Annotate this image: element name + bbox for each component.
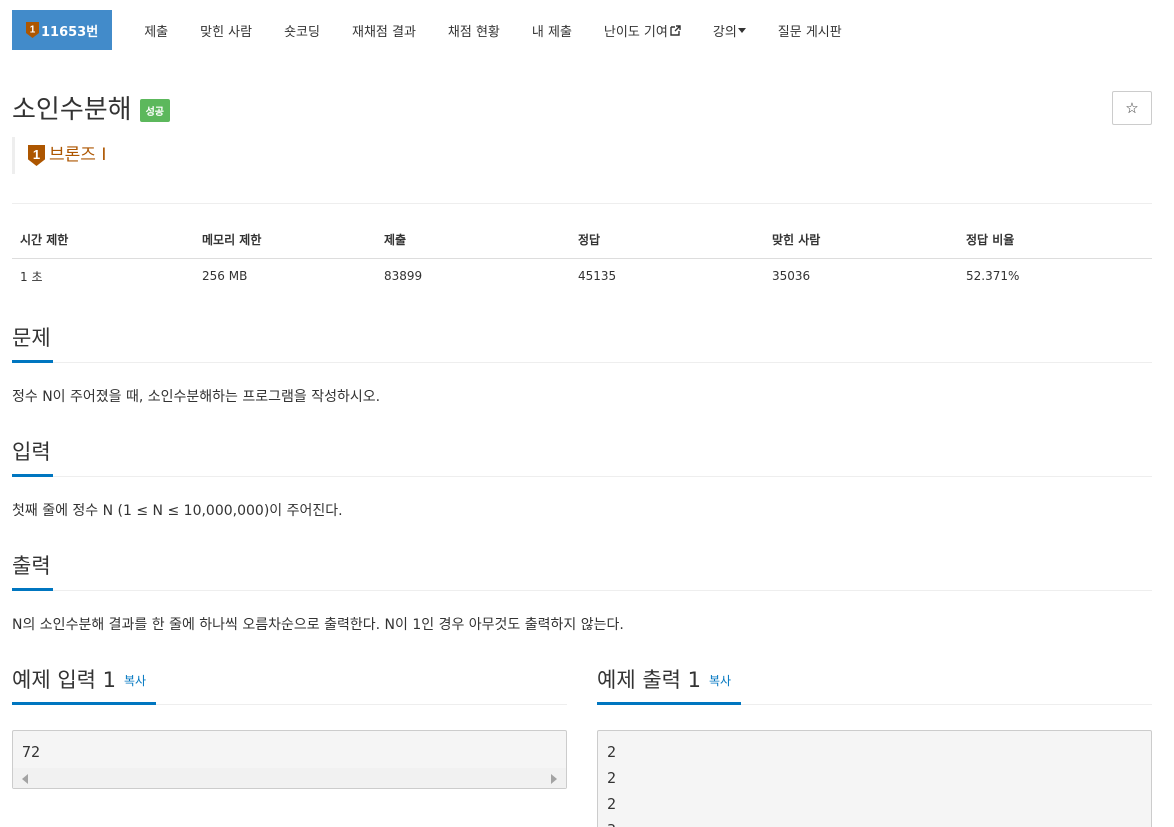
problem-input-section: 입력 첫째 줄에 정수 N (1 ≤ N ≤ 10,000,000)이 주어진다… [12,439,1152,520]
table-header: 제출 [376,222,570,259]
section-title: 입력 [12,439,53,477]
problem-output-section: 출력 N의 소인수분해 결과를 한 줄에 하나씩 오름차순으로 출력한다. N이… [12,553,1152,634]
table-header: 정답 [570,222,764,259]
nav-item-my-submissions[interactable]: 내 제출 [532,10,572,50]
section-header: 출력 [12,553,1152,591]
nav-item-rejudge[interactable]: 재채점 결과 [352,10,416,50]
sample-input-section: 예제 입력 1 복사 72 [12,667,567,789]
nav-item-solvers[interactable]: 맞힌 사람 [200,10,252,50]
star-icon: ☆ [1125,99,1139,117]
nav-item-label: 맞힌 사람 [200,24,253,40]
nav-item-label: 강의 [712,24,737,40]
table-header: 정답 비율 [958,222,1152,259]
external-link-icon [670,24,681,36]
sample-line: 2 [607,769,617,787]
problem-input: 첫째 줄에 정수 N (1 ≤ N ≤ 10,000,000)이 주어진다. [12,503,343,519]
table-header: 맞힌 사람 [764,222,958,259]
table-header: 시간 제한 [12,222,194,259]
svg-text:1: 1 [30,25,36,36]
nav-item-label: 난이도 기여 [603,24,668,40]
sample-line: 2 [607,795,617,813]
table-cell: 256 MB [202,269,248,284]
nav-item-label: 숏코딩 [284,24,320,40]
nav-item-label: 질문 게시판 [777,24,842,40]
table-cell: 52.371% [966,269,1020,284]
nav-item-label: 재채점 결과 [351,24,416,40]
sample-output-section: 예제 출력 1 복사 2 2 2 3 [597,667,1152,827]
sample-line: 3 [607,820,1142,827]
nav-item-label: 제출 [144,24,169,40]
problem-menu: 1 11653번 제출 맞힌 사람 숏코딩 재채점 결과 채점 현황 내 제출 … [12,10,842,50]
sample-line: 72 [22,743,41,761]
section-header: 입력 [12,439,1152,477]
nav-item-problem[interactable]: 1 11653번 [12,10,113,50]
section-header: 예제 입력 1 복사 [12,667,567,705]
table-header-row: 시간 제한 메모리 제한 제출 정답 맞힌 사람 정답 비율 [12,222,1152,259]
status-badge: 성공 [139,99,171,122]
table-header: 메모리 제한 [194,222,376,259]
scroll-right-icon[interactable] [551,774,557,784]
sample-output-box[interactable]: 2 2 2 3 [597,730,1152,827]
problem-output: N의 소인수분해 결과를 한 줄에 하나씩 오름차순으로 출력한다. N이 1인… [12,617,624,633]
page-title: 소인수분해 [12,95,132,125]
nav-item-difficulty[interactable]: 난이도 기여 [604,10,681,50]
section-title: 예제 입력 1 복사 [12,667,157,705]
title-row: 소인수분해 성공 [12,89,171,126]
divider [12,203,1152,204]
table-cell: 83899 [384,269,423,284]
bronze-tier-icon: 1 [26,22,39,38]
tier-blockquote: 1 브론즈 I [12,137,106,174]
section-title: 예제 출력 1 복사 [597,667,742,705]
sample-output-title: 예제 출력 1 [597,668,701,692]
sample-input-box[interactable]: 72 [12,730,567,789]
nav-item-submit[interactable]: 제출 [144,10,168,50]
favorite-button[interactable]: ☆ [1112,91,1152,125]
table-cell: 45135 [578,269,617,284]
nav-item-label: 내 제출 [531,24,572,40]
nav-item-label: 채점 현황 [447,24,500,40]
section-header: 예제 출력 1 복사 [597,667,1152,705]
sample-input-title: 예제 입력 1 [12,668,116,692]
problem-description: 정수 N이 주어졌을 때, 소인수분해하는 프로그램을 작성하시오. [12,389,381,405]
copy-button[interactable]: 복사 [124,674,146,688]
section-title: 문제 [12,325,53,363]
nav-item-board[interactable]: 질문 게시판 [778,10,842,50]
section-header: 문제 [12,325,1152,363]
section-title: 출력 [12,553,53,591]
table-cell: 35036 [772,269,811,284]
horizontal-scrollbar[interactable] [13,768,566,788]
svg-text:1: 1 [33,147,40,162]
scroll-left-icon[interactable] [22,774,28,784]
nav-item-status[interactable]: 채점 현황 [448,10,500,50]
tier-link[interactable]: 브론즈 I [49,145,106,165]
copy-button[interactable]: 복사 [709,674,731,688]
nav-item-short-coding[interactable]: 숏코딩 [284,10,320,50]
nav-item-lecture[interactable]: 강의 [713,10,746,50]
sample-line: 2 [607,743,617,761]
problem-description-section: 문제 정수 N이 주어졌을 때, 소인수분해하는 프로그램을 작성하시오. [12,325,1152,406]
nav-item-label: 11653번 [41,24,99,40]
caret-down-icon [737,27,746,33]
problem-info-table: 시간 제한 메모리 제한 제출 정답 맞힌 사람 정답 비율 1 초 256 M… [12,222,1152,294]
table-cell: 1 초 [20,269,43,284]
table-row: 1 초 256 MB 83899 45135 35036 52.371% [12,258,1152,294]
bronze-tier-icon: 1 [28,145,45,166]
